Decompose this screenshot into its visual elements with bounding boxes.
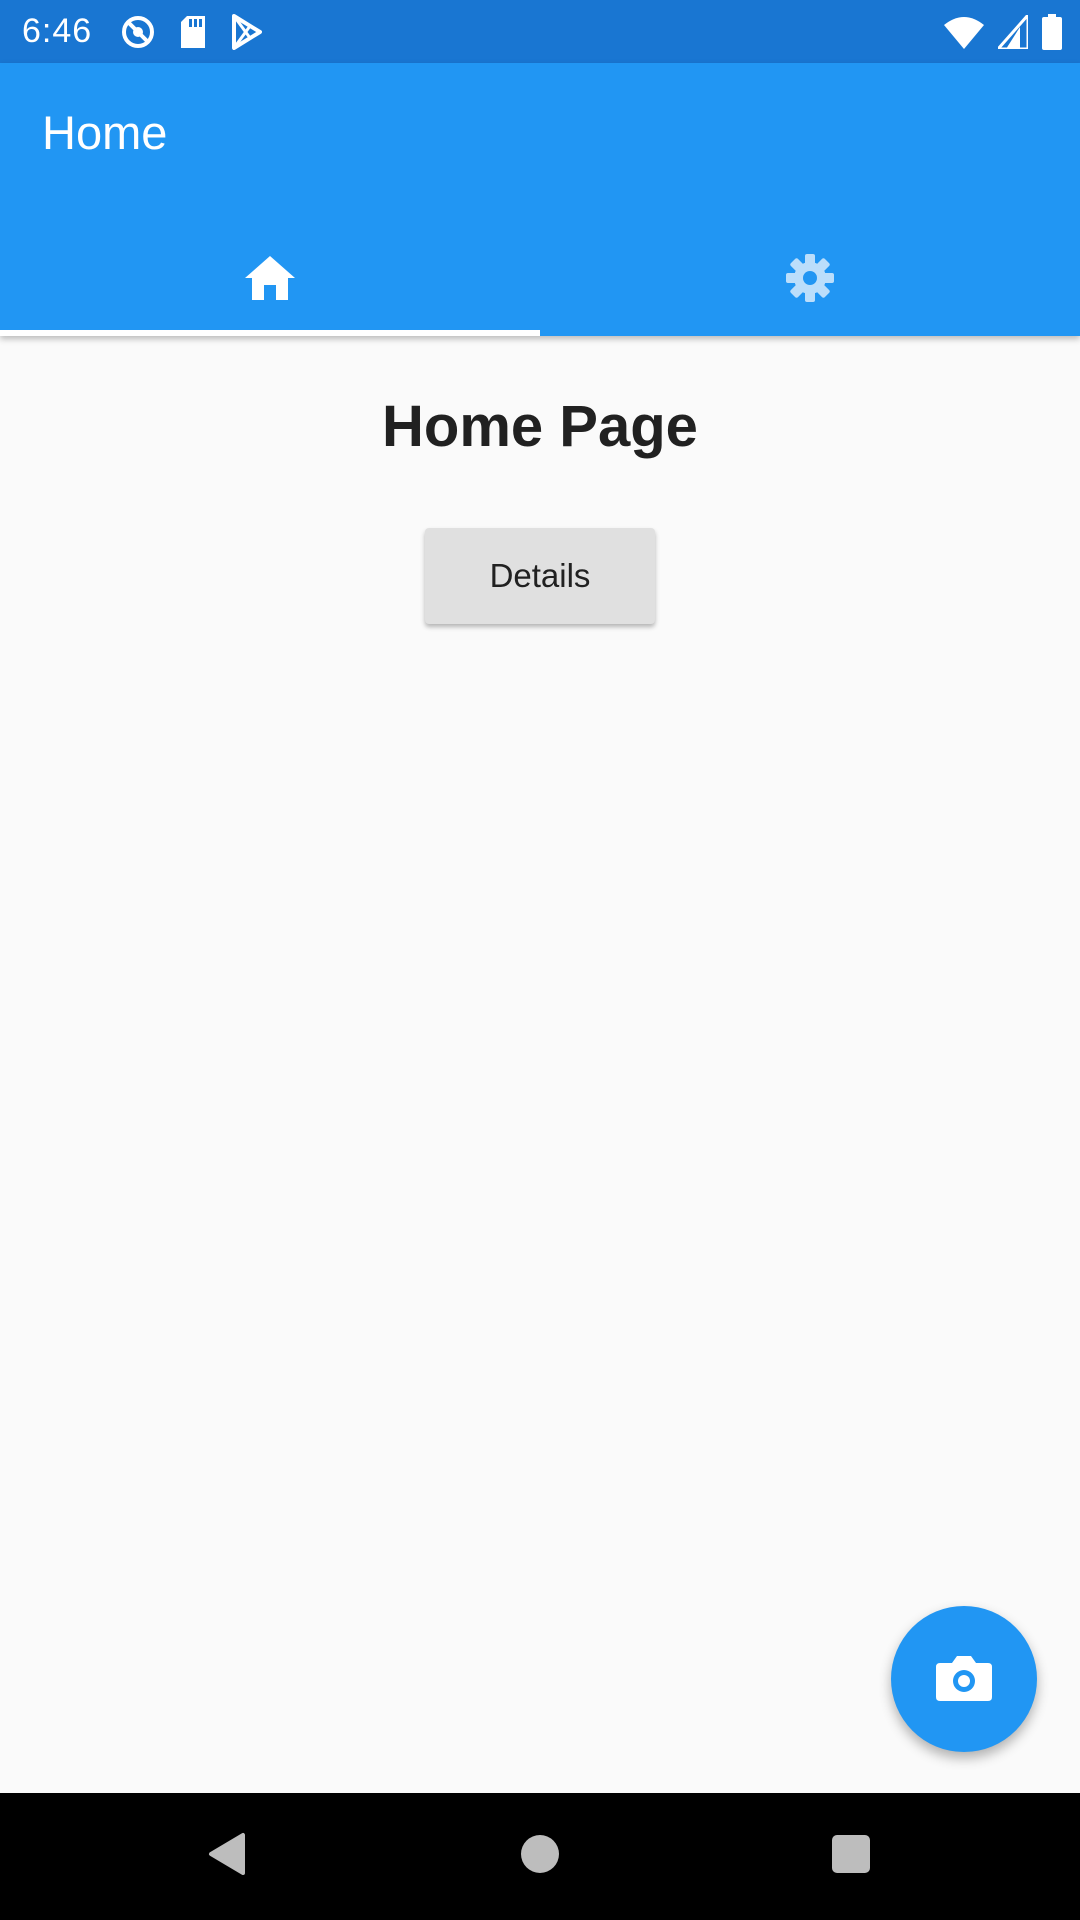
page-title: Home Page <box>382 394 698 459</box>
home-circle-icon <box>519 1833 561 1880</box>
battery-icon <box>1042 14 1062 55</box>
app-bar: Home <box>0 63 1080 336</box>
wifi-icon <box>944 15 984 54</box>
recents-button[interactable] <box>781 1793 921 1920</box>
tab-home[interactable] <box>0 225 540 336</box>
details-button[interactable]: Details <box>425 528 655 624</box>
camera-fab[interactable] <box>891 1606 1037 1752</box>
main-content: Home Page Details <box>0 336 1080 1793</box>
gear-icon <box>783 251 837 310</box>
app-title: Home <box>42 106 168 159</box>
tab-indicator <box>0 330 540 336</box>
home-icon <box>243 254 297 307</box>
status-right-icons <box>944 13 1062 55</box>
do-not-disturb-icon <box>120 14 156 55</box>
play-store-icon <box>230 14 262 55</box>
tab-settings[interactable] <box>540 225 1080 336</box>
cell-signal-icon <box>996 13 1030 54</box>
back-icon <box>207 1832 247 1881</box>
home-nav-button[interactable] <box>470 1793 610 1920</box>
status-bar: 6:46 <box>0 0 1080 63</box>
status-time: 6:46 <box>22 12 93 50</box>
nav-bar <box>0 1793 1080 1920</box>
recents-icon <box>831 1834 871 1879</box>
sd-card-icon <box>178 14 208 55</box>
status-left-icons <box>120 14 262 55</box>
back-button[interactable] <box>157 1793 297 1920</box>
camera-icon <box>936 1653 992 1706</box>
